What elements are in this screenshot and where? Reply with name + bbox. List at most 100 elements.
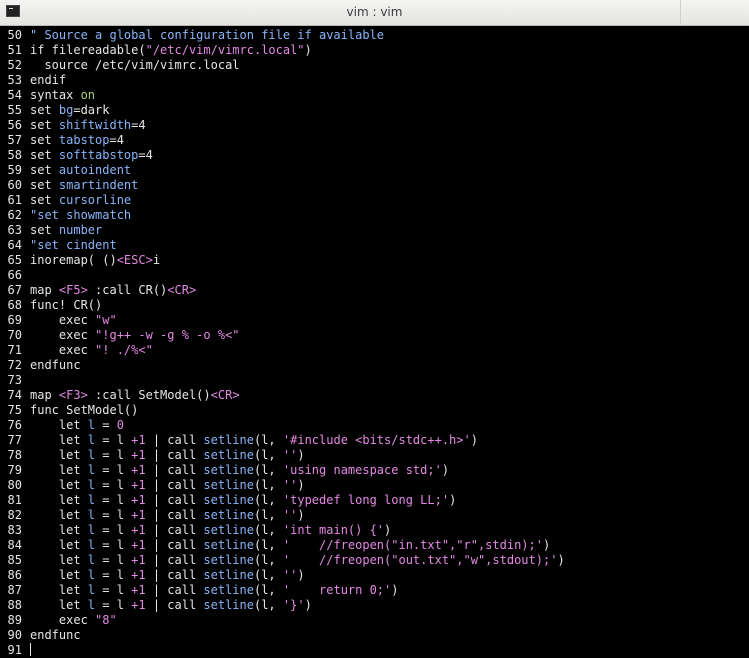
syntax-token-string: ' //freopen("in.txt","r",stdin);' — [282, 538, 543, 552]
line-text: set softtabstop=4 — [30, 148, 153, 163]
line-text: let l = l +1 | call setline(l, ' //freop… — [30, 538, 550, 553]
line-number: 81 — [7, 493, 22, 507]
code-line[interactable]: 81 let l = l +1 | call setline(l, 'typed… — [0, 493, 749, 508]
syntax-token-option: setline — [203, 448, 254, 462]
code-line[interactable]: 57 set tabstop=4 — [0, 133, 749, 148]
syntax-token-keyword: | call — [145, 493, 204, 507]
syntax-token-string: '' — [282, 478, 298, 492]
syntax-token-keyword: let — [30, 553, 88, 567]
line-text: "set showmatch — [30, 208, 131, 223]
code-line[interactable]: 82 let l = l +1 | call setline(l, '') — [0, 508, 749, 523]
syntax-token-string: +1 — [131, 598, 146, 612]
titlebar-divider — [680, 0, 681, 26]
syntax-token-option: l — [87, 523, 96, 537]
line-number: 75 — [7, 403, 22, 417]
syntax-token-string: 'using namespace std;' — [282, 463, 442, 477]
code-line[interactable]: 77 let l = l +1 | call setline(l, '#incl… — [0, 433, 749, 448]
syntax-token-keyword: syntax — [30, 88, 81, 102]
syntax-token-keyword: = l — [95, 478, 132, 492]
line-number: 82 — [7, 508, 22, 522]
code-line[interactable]: 56 set shiftwidth=4 — [0, 118, 749, 133]
code-line[interactable]: 58 set softtabstop=4 — [0, 148, 749, 163]
code-line[interactable]: 51 if filereadable("/etc/vim/vimrc.local"… — [0, 43, 749, 58]
line-text: let l = 0 — [30, 418, 124, 433]
code-line[interactable]: 85 let l = l +1 | call setline(l, ' //fr… — [0, 553, 749, 568]
line-text: func SetModel() — [30, 403, 138, 418]
code-line[interactable]: 74 map <F3> :call SetModel()<CR> — [0, 388, 749, 403]
code-line[interactable]: 84 let l = l +1 | call setline(l, ' //fr… — [0, 538, 749, 553]
syntax-token-keyword: set — [30, 103, 59, 117]
syntax-token-keyword: (l, — [253, 463, 283, 477]
syntax-token-keyword: set — [30, 148, 59, 162]
code-line[interactable]: 87 let l = l +1 | call setline(l, ' retu… — [0, 583, 749, 598]
window-titlebar[interactable]: vim : vim — [0, 0, 749, 26]
code-line[interactable]: 86 let l = l +1 | call setline(l, '') — [0, 568, 749, 583]
line-text: set autoindent — [30, 163, 131, 178]
code-line[interactable]: 69 exec "w" — [0, 313, 749, 328]
line-text: let l = l +1 | call setline(l, '') — [30, 508, 305, 523]
code-line[interactable]: 54 syntax on — [0, 88, 749, 103]
code-line[interactable]: 60 set smartindent — [0, 178, 749, 193]
code-line[interactable]: 61 set cursorline — [0, 193, 749, 208]
syntax-token-keyword: set — [30, 178, 59, 192]
code-line[interactable]: 73 — [0, 373, 749, 388]
syntax-token-option: setline — [203, 463, 254, 477]
code-line[interactable]: 83 let l = l +1 | call setline(l, 'int m… — [0, 523, 749, 538]
syntax-token-keyword: let — [30, 463, 88, 477]
syntax-token-keyword: = l — [95, 568, 132, 582]
code-line[interactable]: 72 endfunc — [0, 358, 749, 373]
line-text: exec "! ./%<" — [30, 343, 153, 358]
syntax-token-keyword: func SetModel() — [30, 403, 139, 417]
code-line[interactable]: 64 "set cindent — [0, 238, 749, 253]
syntax-token-option: softtabstop — [58, 148, 139, 162]
code-line[interactable]: 71 exec "! ./%<" — [0, 343, 749, 358]
code-line[interactable]: 90 endfunc — [0, 628, 749, 643]
code-line[interactable]: 66 — [0, 268, 749, 283]
code-line[interactable]: 75 func SetModel() — [0, 403, 749, 418]
syntax-token-option: cursorline — [58, 193, 132, 207]
code-line[interactable]: 67 map <F5> :call CR()<CR> — [0, 283, 749, 298]
syntax-token-keyword: let — [30, 448, 88, 462]
code-line[interactable]: 80 let l = l +1 | call setline(l, '') — [0, 478, 749, 493]
code-line[interactable]: 68 func! CR() — [0, 298, 749, 313]
syntax-token-string: "w" — [95, 313, 117, 327]
syntax-token-string: ' return 0;' — [282, 583, 392, 597]
line-text: "set cindent — [30, 238, 117, 253]
code-line[interactable]: 89 exec "8" — [0, 613, 749, 628]
syntax-token-keyword: = l — [95, 553, 132, 567]
code-line[interactable]: 62 "set showmatch — [0, 208, 749, 223]
code-line[interactable]: 88 let l = l +1 | call setline(l, '}') — [0, 598, 749, 613]
syntax-token-string: '' — [282, 568, 298, 582]
syntax-token-keyword: = l — [95, 538, 132, 552]
line-number: 87 — [7, 583, 22, 597]
code-line[interactable]: 70 exec "!g++ -w -g % -o %<" — [0, 328, 749, 343]
code-line[interactable]: 53 endif — [0, 73, 749, 88]
code-line[interactable]: 76 let l = 0 — [0, 418, 749, 433]
syntax-token-keyword: = l — [95, 448, 132, 462]
line-text: let l = l +1 | call setline(l, '') — [30, 448, 305, 463]
line-number: 58 — [7, 148, 22, 162]
syntax-token-keyword: exec — [30, 313, 96, 327]
syntax-token-string: <F5> — [58, 283, 88, 297]
line-number: 80 — [7, 478, 22, 492]
code-line[interactable]: 59 set autoindent — [0, 163, 749, 178]
code-line[interactable]: 65 inoremap( ()<ESC>i — [0, 253, 749, 268]
line-number: 79 — [7, 463, 22, 477]
code-line[interactable]: 79 let l = l +1 | call setline(l, 'using… — [0, 463, 749, 478]
syntax-token-keyword: let — [30, 568, 88, 582]
code-line[interactable]: 78 let l = l +1 | call setline(l, '') — [0, 448, 749, 463]
code-line[interactable]: 55 set bg=dark — [0, 103, 749, 118]
syntax-token-option: setline — [203, 508, 254, 522]
line-number: 83 — [7, 523, 22, 537]
line-number: 52 — [7, 58, 22, 72]
line-text: func! CR() — [30, 298, 102, 313]
line-text: set cursorline — [30, 193, 131, 208]
syntax-token-string: <CR> — [167, 283, 197, 297]
syntax-token-keyword: let — [30, 538, 88, 552]
syntax-token-keyword: (l, — [253, 508, 283, 522]
vim-editor-buffer[interactable]: 50 " Source a global configuration file i… — [0, 28, 749, 658]
code-line[interactable]: 52 source /etc/vim/vimrc.local — [0, 58, 749, 73]
code-line[interactable]: 63 set number — [0, 223, 749, 238]
code-line[interactable]: 50 " Source a global configuration file i… — [0, 28, 749, 43]
syntax-token-keyword: ) — [297, 568, 305, 582]
